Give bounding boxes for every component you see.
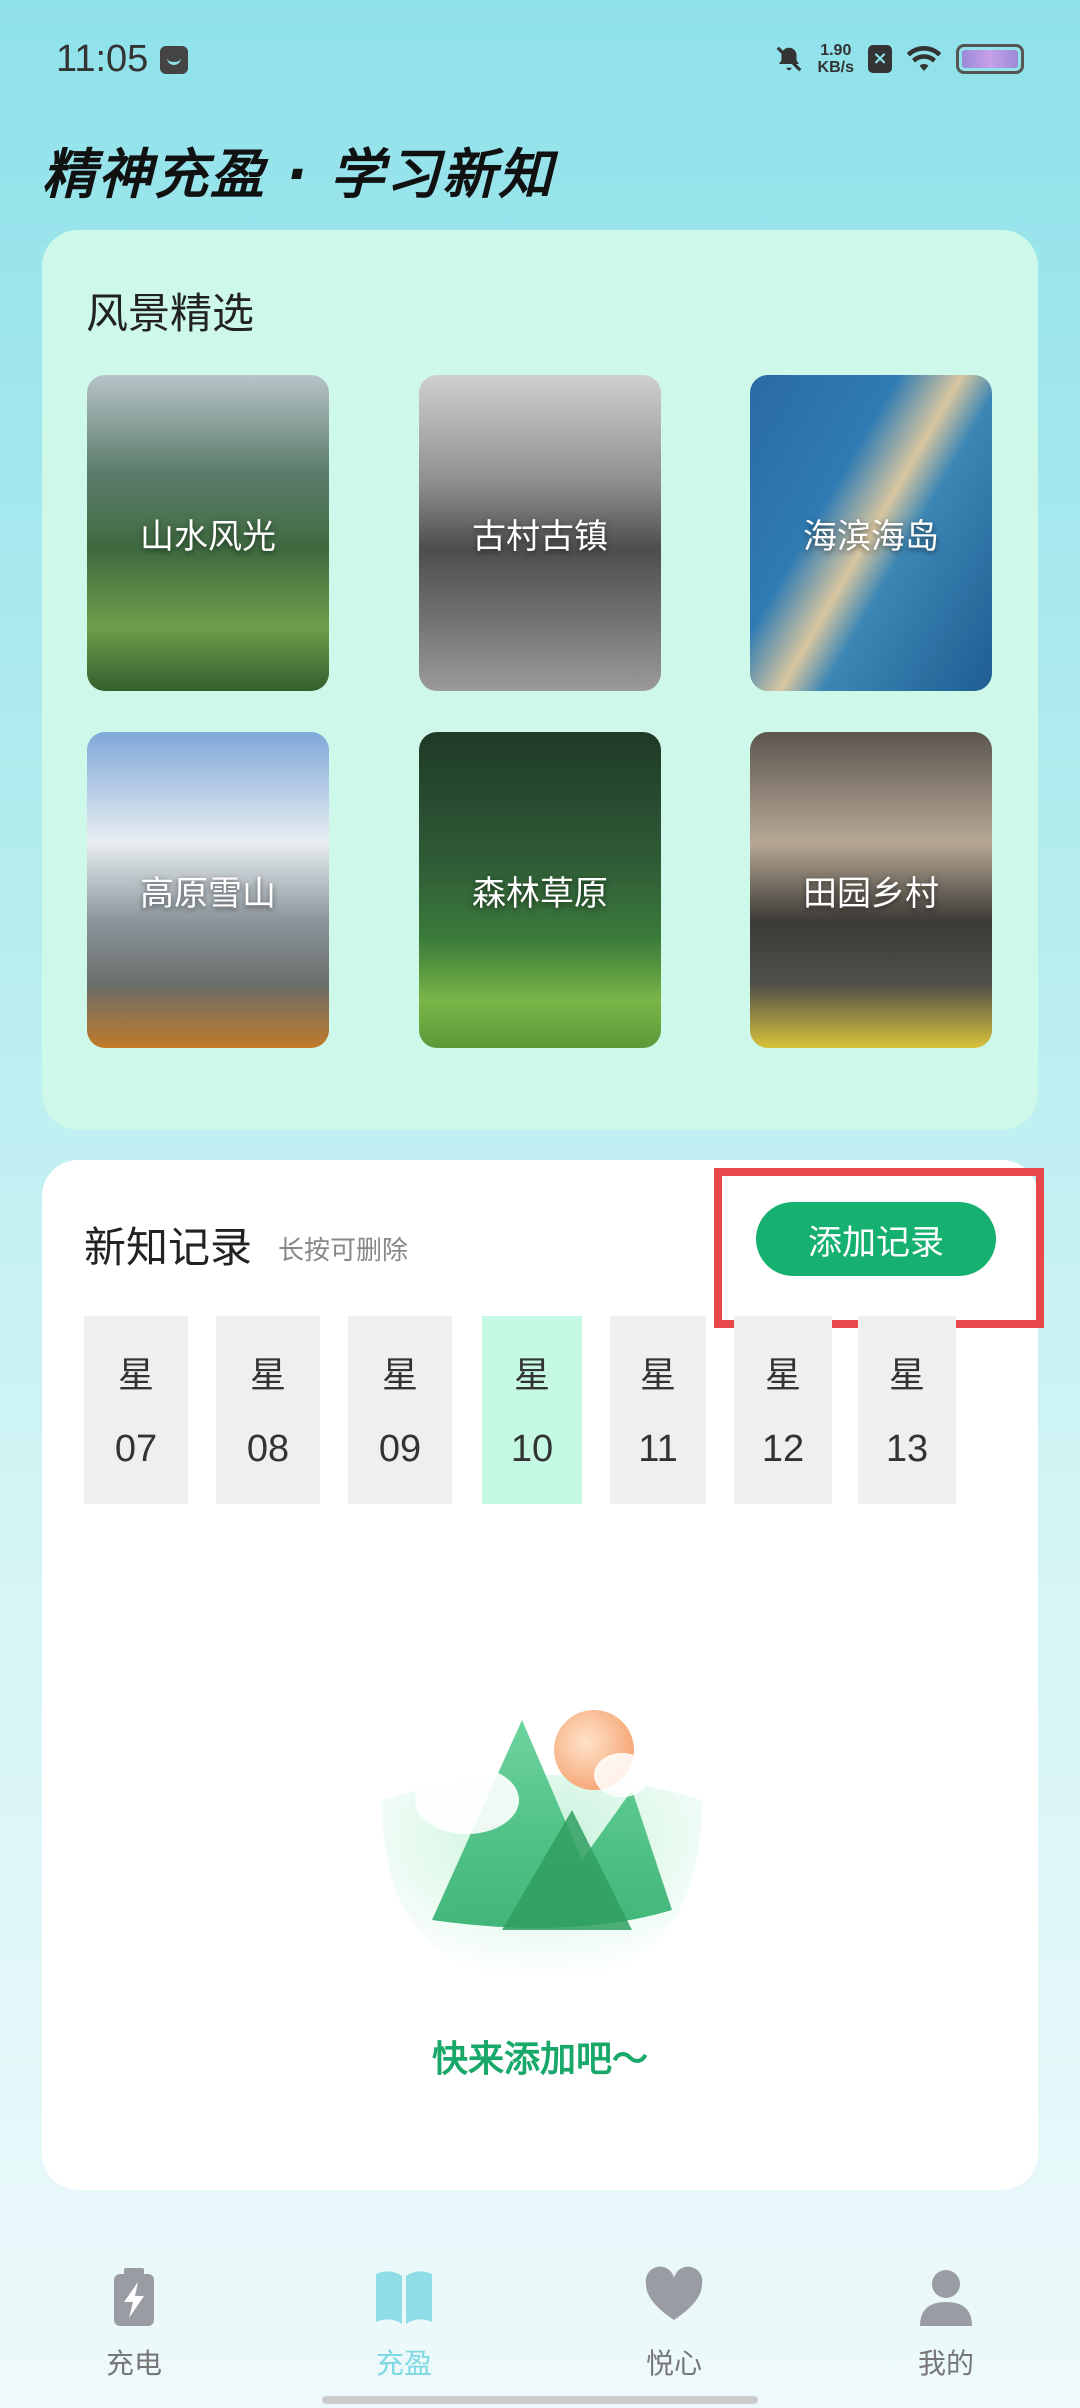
- day-number: 11: [638, 1428, 678, 1470]
- app-notification-icon: [160, 46, 188, 74]
- network-speed-value: 1.90: [820, 42, 852, 59]
- day-item-13[interactable]: 星 13: [858, 1316, 956, 1504]
- nav-item-fill[interactable]: 充盈: [344, 2264, 464, 2382]
- scenery-tile-countryside[interactable]: 田园乡村: [750, 732, 992, 1048]
- empty-mountain-illustration: [382, 1710, 702, 1980]
- scenery-tile-plateau-snow[interactable]: 高原雪山: [87, 732, 329, 1048]
- status-icons: 1.90 KB/s ×: [774, 42, 1024, 76]
- scenery-tile-label: 海滨海岛: [803, 516, 939, 557]
- user-icon: [920, 2270, 972, 2326]
- empty-state-text: 快来添加吧～: [431, 2039, 648, 2080]
- day-week: 星: [764, 1355, 801, 1396]
- nav-item-charge[interactable]: 充电: [74, 2264, 194, 2382]
- network-speed: 1.90 KB/s: [818, 42, 854, 76]
- bottom-nav: 充电 充盈 悦心 我的: [0, 2240, 1080, 2408]
- day-week: 星: [249, 1355, 286, 1396]
- day-week: 星: [117, 1355, 154, 1396]
- scenery-tile-label: 高原雪山: [140, 873, 276, 914]
- day-week: 星: [513, 1355, 550, 1396]
- day-number: 10: [510, 1428, 554, 1470]
- scenery-card: 风景精选 山水风光 古村古镇 海滨海岛 高原雪山 森林草原 田园乡村: [42, 230, 1038, 1130]
- scenery-tile-mountain-river[interactable]: 山水风光: [87, 375, 329, 691]
- mute-bell-icon: [776, 46, 801, 72]
- network-speed-unit: KB/s: [817, 59, 854, 76]
- add-record-button[interactable]: 添加记录: [756, 1202, 996, 1276]
- records-card: 新知记录 长按可删除 添加记录 星 07 星 08 星 09 星 10 星 11…: [42, 1160, 1044, 2190]
- day-number: 12: [761, 1428, 805, 1470]
- scenery-tile-label: 山水风光: [140, 516, 276, 557]
- day-number: 13: [885, 1428, 929, 1470]
- records-hint: 长按可删除: [278, 1236, 409, 1266]
- heart-icon: [645, 2266, 703, 2320]
- battery-icon: [956, 44, 1024, 74]
- scenery-tile-forest-grassland[interactable]: 森林草原: [419, 732, 661, 1048]
- page-slogan: 精神充盈 · 学习新知: [42, 143, 555, 206]
- day-number: 07: [114, 1428, 158, 1470]
- status-bar: 11:05 1.90 KB/s ×: [0, 0, 1080, 120]
- day-item-07[interactable]: 星 07: [84, 1316, 188, 1504]
- day-number: 08: [246, 1428, 290, 1470]
- scenery-tile-seaside-island[interactable]: 海滨海岛: [750, 375, 992, 691]
- day-week: 星: [381, 1355, 418, 1396]
- status-time: 11:05: [56, 38, 149, 80]
- open-book-icon: [376, 2271, 432, 2324]
- scenery-tile-label: 森林草原: [472, 873, 608, 914]
- nav-item-mine[interactable]: 我的: [886, 2264, 1006, 2382]
- day-number: 09: [378, 1428, 422, 1470]
- wifi-icon: [906, 45, 942, 71]
- nav-item-joy[interactable]: 悦心: [614, 2264, 734, 2382]
- day-item-08[interactable]: 星 08: [216, 1316, 320, 1504]
- scenery-title: 风景精选: [86, 289, 255, 338]
- scenery-tile-label: 古村古镇: [472, 516, 608, 557]
- day-item-12[interactable]: 星 12: [734, 1316, 832, 1504]
- day-week: 星: [888, 1355, 925, 1396]
- no-sim-icon: ×: [868, 45, 892, 73]
- nav-label: 悦心: [645, 2347, 702, 2380]
- nav-label: 我的: [917, 2347, 974, 2380]
- nav-label: 充盈: [375, 2347, 432, 2380]
- day-week: 星: [639, 1355, 676, 1396]
- scenery-tile-ancient-village[interactable]: 古村古镇: [419, 375, 661, 691]
- records-title: 新知记录: [84, 1223, 253, 1272]
- day-item-09[interactable]: 星 09: [348, 1316, 452, 1504]
- home-indicator[interactable]: [322, 2396, 758, 2404]
- scenery-tile-label: 田园乡村: [803, 873, 939, 914]
- battery-bolt-icon: [114, 2268, 154, 2326]
- nav-label: 充电: [105, 2347, 162, 2380]
- day-item-10-selected[interactable]: 星 10: [482, 1316, 582, 1504]
- day-item-11[interactable]: 星 11: [610, 1316, 706, 1504]
